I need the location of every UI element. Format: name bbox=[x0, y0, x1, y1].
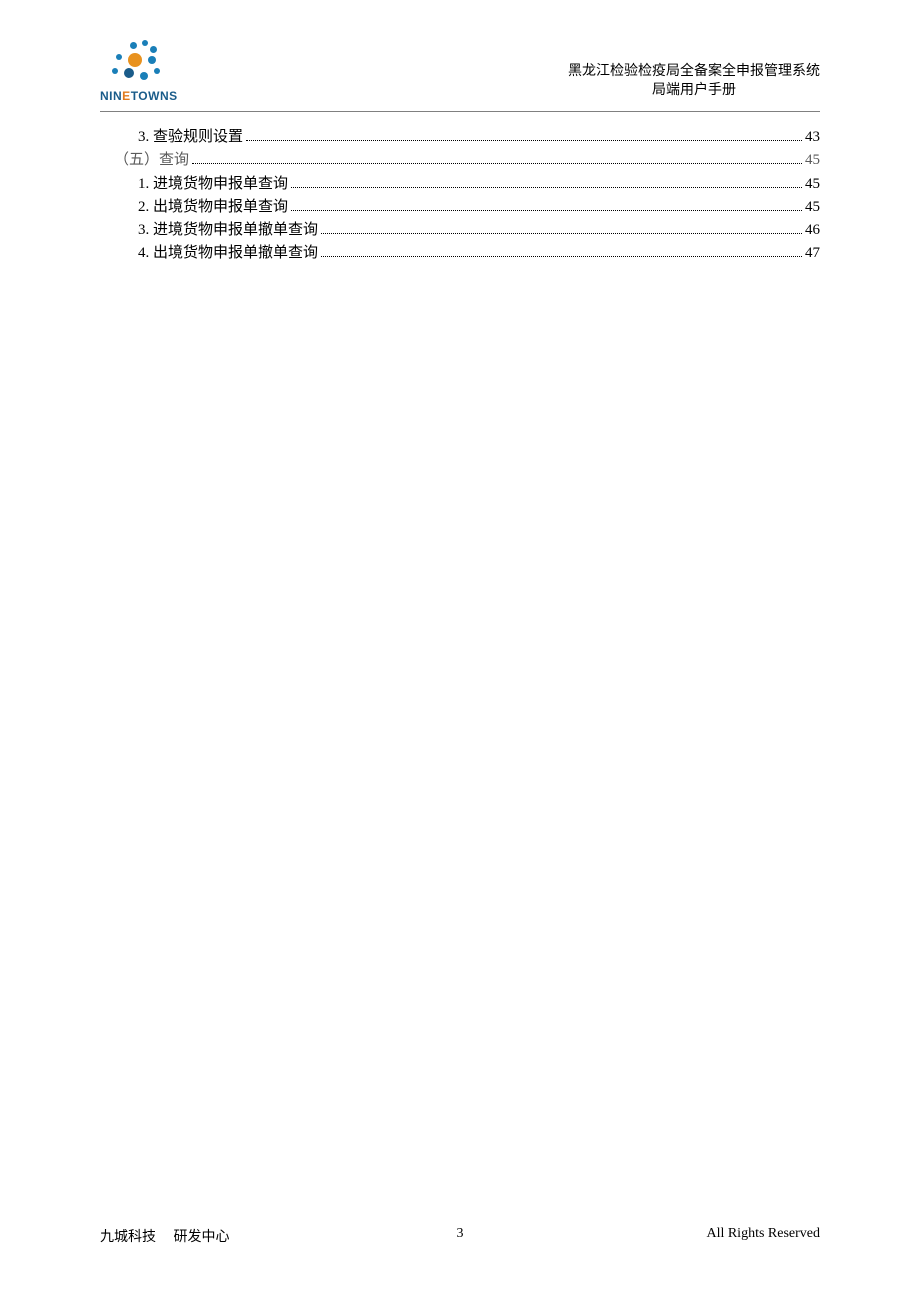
toc-page-number: 45 bbox=[805, 173, 820, 196]
footer-right: All Rights Reserved bbox=[706, 1226, 820, 1246]
toc-label: （五）查询 bbox=[114, 149, 189, 172]
toc-label: 1. 进境货物申报单查询 bbox=[138, 173, 288, 196]
toc-entry[interactable]: 1. 进境货物申报单查询 45 bbox=[100, 173, 820, 196]
page-footer: 九城科技 研发中心 3 All Rights Reserved bbox=[100, 1226, 820, 1246]
toc-label: 2. 出境货物申报单查询 bbox=[138, 196, 288, 219]
logo-text-prefix: NIN bbox=[100, 89, 122, 103]
toc-leader-dots bbox=[291, 210, 802, 211]
logo-dots-icon bbox=[110, 40, 168, 88]
toc-entry[interactable]: 3. 查验规则设置 43 bbox=[100, 126, 820, 149]
table-of-contents: 3. 查验规则设置 43 （五）查询 45 1. 进境货物申报单查询 45 2.… bbox=[100, 126, 820, 266]
toc-label: 3. 进境货物申报单撤单查询 bbox=[138, 219, 318, 242]
toc-leader-dots bbox=[321, 256, 802, 257]
toc-entry[interactable]: 2. 出境货物申报单查询 45 bbox=[100, 196, 820, 219]
page-header: NINETOWNS 黑龙江检验检疫局全备案全申报管理系统 局端用户手册 bbox=[100, 40, 820, 112]
footer-page-number: 3 bbox=[457, 1226, 464, 1242]
toc-entry[interactable]: （五）查询 45 bbox=[100, 149, 820, 172]
toc-page-number: 45 bbox=[805, 196, 820, 219]
toc-entry[interactable]: 4. 出境货物申报单撤单查询 47 bbox=[100, 242, 820, 265]
toc-entry[interactable]: 3. 进境货物申报单撤单查询 46 bbox=[100, 219, 820, 242]
toc-page-number: 46 bbox=[805, 219, 820, 242]
toc-label: 3. 查验规则设置 bbox=[138, 126, 243, 149]
document-page: NINETOWNS 黑龙江检验检疫局全备案全申报管理系统 局端用户手册 3. 查… bbox=[0, 0, 920, 1302]
toc-page-number: 45 bbox=[805, 149, 820, 172]
logo-text: NINETOWNS bbox=[100, 89, 178, 103]
logo: NINETOWNS bbox=[100, 40, 178, 103]
toc-leader-dots bbox=[192, 163, 802, 164]
toc-leader-dots bbox=[291, 187, 802, 188]
toc-leader-dots bbox=[321, 233, 802, 234]
header-title-line2: 局端用户手册 bbox=[568, 81, 820, 101]
footer-left: 九城科技 研发中心 bbox=[100, 1226, 230, 1246]
header-title-block: 黑龙江检验检疫局全备案全申报管理系统 局端用户手册 bbox=[568, 62, 820, 103]
header-title-line1: 黑龙江检验检疫局全备案全申报管理系统 bbox=[568, 62, 820, 82]
logo-text-e: E bbox=[122, 89, 131, 103]
toc-leader-dots bbox=[246, 140, 802, 141]
toc-label: 4. 出境货物申报单撤单查询 bbox=[138, 242, 318, 265]
logo-text-suffix: TOWNS bbox=[131, 89, 178, 103]
toc-page-number: 43 bbox=[805, 126, 820, 149]
toc-page-number: 47 bbox=[805, 242, 820, 265]
